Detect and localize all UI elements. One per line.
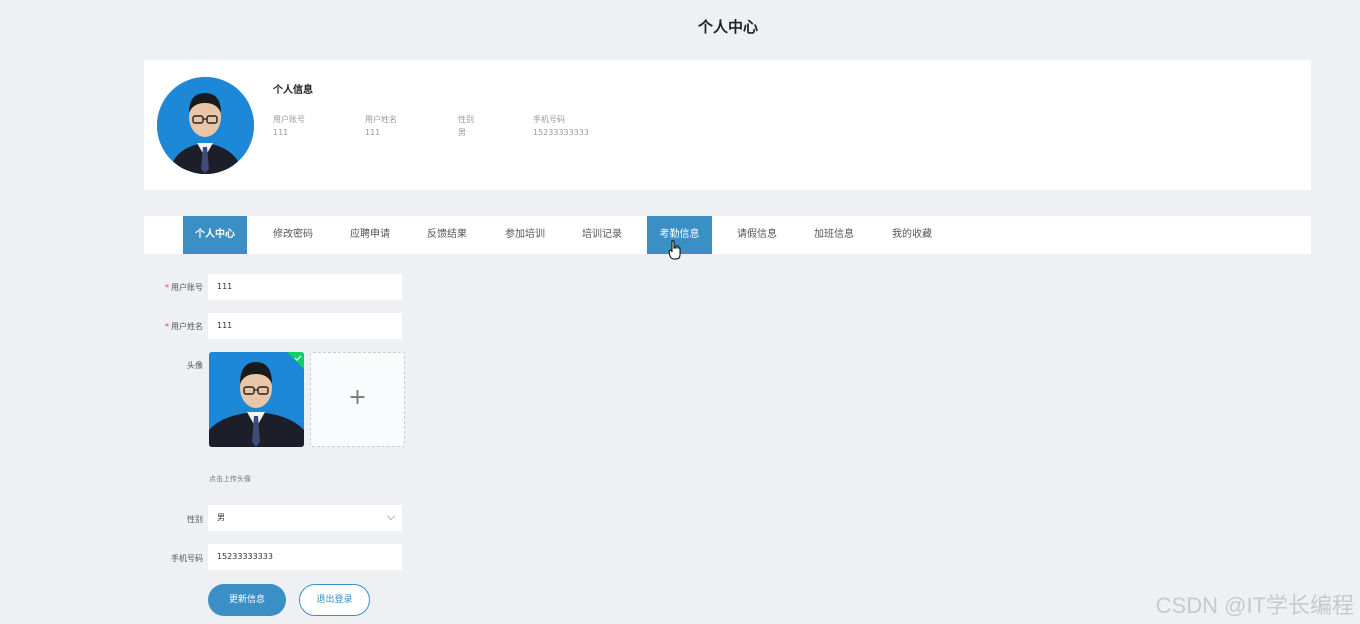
required-mark: *: [165, 322, 169, 331]
profile-name-label: 用户姓名: [365, 115, 397, 124]
hand-cursor-icon: [668, 240, 681, 260]
tab-change-password[interactable]: 修改密码: [261, 216, 325, 254]
tab-training-records[interactable]: 培训记录: [570, 216, 634, 254]
profile-gender-value: 男: [458, 128, 466, 137]
tab-overtime[interactable]: 加班信息: [802, 216, 866, 254]
avatar-portrait-icon: [157, 77, 254, 174]
gender-select[interactable]: 男: [208, 505, 402, 531]
gender-label: 性别: [187, 515, 203, 524]
gender-selected-value: 男: [217, 513, 225, 522]
profile-gender: 性别 男: [458, 113, 474, 139]
tab-favorites[interactable]: 我的收藏: [880, 216, 944, 254]
chevron-down-icon: [386, 511, 396, 521]
tab-feedback-result[interactable]: 反馈结果: [415, 216, 479, 254]
phone-label: 手机号码: [171, 554, 203, 563]
check-icon: [294, 355, 302, 361]
account-label: * 用户账号: [165, 283, 203, 292]
profile-account-value: 111: [273, 128, 289, 137]
name-input[interactable]: 111: [208, 313, 402, 339]
page-title: 个人中心: [697, 18, 758, 36]
profile-card: 个人信息 用户账号 111 用户姓名 111 性别 男 手机号码 1523333…: [144, 60, 1311, 190]
tab-leave[interactable]: 请假信息: [725, 216, 789, 254]
upload-add-button[interactable]: +: [310, 352, 405, 447]
watermark: CSDN @IT学长编程: [1155, 593, 1354, 618]
profile-name-value: 111: [365, 128, 381, 137]
avatar: [157, 77, 254, 174]
required-mark: *: [165, 283, 169, 292]
profile-gender-label: 性别: [458, 115, 474, 124]
avatar-photo-icon: [209, 352, 304, 447]
tab-bar: 个人中心 修改密码 应聘申请 反馈结果 参加培训 培训记录 考勤信息 请假信息 …: [144, 216, 1311, 254]
uploaded-avatar-thumbnail[interactable]: [209, 352, 304, 447]
avatar-label: 头像: [187, 361, 203, 370]
phone-input[interactable]: 15233333333: [208, 544, 402, 570]
profile-phone-label: 手机号码: [533, 115, 565, 124]
profile-section-title: 个人信息: [273, 85, 313, 96]
profile-name: 用户姓名 111: [365, 113, 397, 139]
account-input[interactable]: 111: [208, 274, 402, 300]
update-info-button[interactable]: 更新信息: [208, 584, 286, 616]
name-label: * 用户姓名: [165, 322, 203, 331]
upload-tip: 点击上传头像: [209, 475, 251, 483]
tab-job-application[interactable]: 应聘申请: [338, 216, 402, 254]
tab-join-training[interactable]: 参加培训: [493, 216, 557, 254]
profile-phone: 手机号码 15233333333: [533, 113, 589, 139]
tab-personal-center[interactable]: 个人中心: [183, 216, 247, 254]
plus-icon: +: [348, 385, 367, 410]
profile-account: 用户账号 111: [273, 113, 305, 139]
profile-phone-value: 15233333333: [533, 128, 589, 137]
logout-button[interactable]: 退出登录: [299, 584, 370, 616]
profile-account-label: 用户账号: [273, 115, 305, 124]
